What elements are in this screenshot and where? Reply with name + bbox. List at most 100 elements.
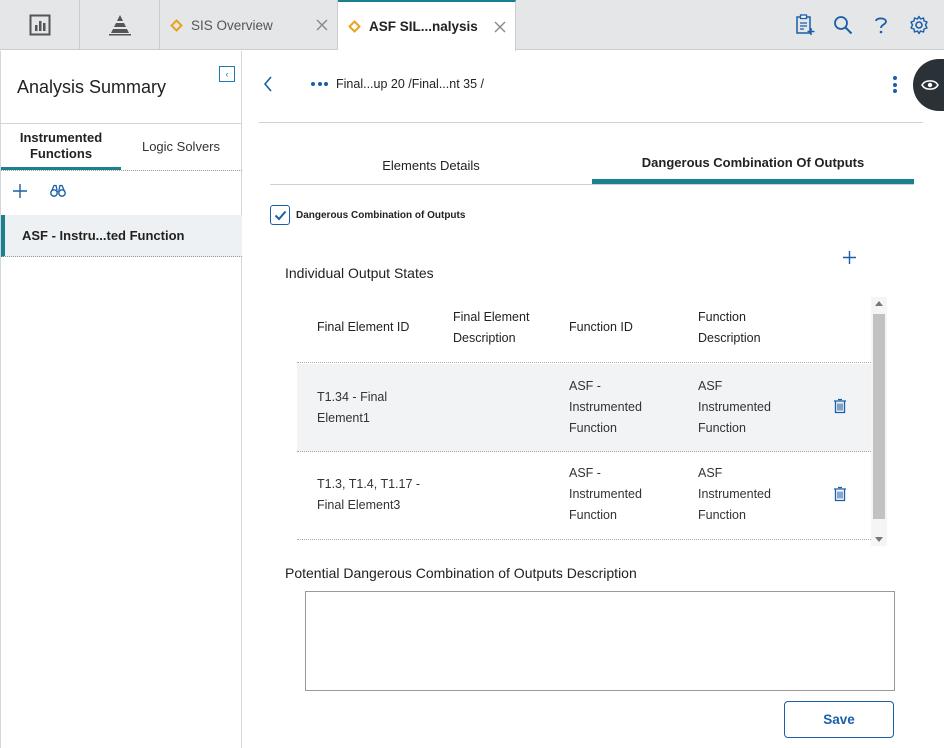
diamond-icon — [170, 18, 183, 32]
trash-icon — [834, 486, 846, 502]
scroll-thumb[interactable] — [873, 314, 885, 519]
tab-label: SIS Overview — [191, 17, 273, 33]
grid-header: Final Element ID Final Element Descripti… — [297, 297, 871, 363]
column-header[interactable]: Final Element Description — [453, 307, 529, 349]
plus-icon — [843, 251, 856, 264]
diamond-icon — [348, 20, 361, 33]
description-textarea[interactable] — [305, 591, 895, 691]
chevron-left-icon — [263, 76, 272, 92]
dangerous-combination-checkbox[interactable] — [270, 205, 290, 225]
top-tab-bar: SIS Overview ASF SIL...nalysis — [0, 0, 944, 51]
cell-text: ASF — [698, 379, 723, 393]
cell-text: Function — [698, 508, 746, 522]
cell-text: Element1 — [317, 411, 370, 425]
column-header-text: Function ID — [569, 320, 633, 334]
search-button[interactable] — [824, 0, 862, 50]
checkbox-label: Dangerous Combination of Outputs — [296, 209, 466, 221]
divider — [259, 122, 923, 123]
plus-icon — [13, 183, 27, 198]
tab-elements-details[interactable]: Elements Details — [270, 146, 592, 184]
back-button[interactable] — [263, 75, 273, 98]
tab-label: ASF SIL...nalysis — [369, 19, 478, 34]
settings-button[interactable] — [900, 0, 938, 50]
function-description-cell: ASF Instrumented Function — [698, 463, 771, 526]
scroll-down-arrow-icon[interactable] — [875, 537, 883, 542]
description-title: Potential Dangerous Combination of Outpu… — [285, 565, 637, 581]
function-description-cell: ASF Instrumented Function — [698, 376, 771, 439]
left-actions — [1, 170, 242, 215]
section-title: Individual Output States — [285, 265, 434, 281]
cell-text: Function — [569, 421, 617, 435]
function-id-cell: ASF - Instrumented Function — [569, 376, 642, 439]
more-dots-icon[interactable] — [311, 82, 328, 86]
grid-scrollbar[interactable] — [871, 297, 887, 546]
clipboard-add-icon — [796, 14, 815, 35]
cell-text: Instrumented — [569, 400, 642, 414]
cell-text: ASF — [698, 466, 723, 480]
final-element-id-cell: T1.3, T1.4, T1.17 - Final Element3 — [317, 474, 420, 516]
list-item[interactable]: ASF - Instru...ted Function — [1, 215, 242, 257]
gear-icon — [910, 15, 928, 35]
find-button[interactable] — [50, 184, 66, 203]
cell-text: ASF - — [569, 466, 601, 480]
table-row[interactable]: T1.34 - Final Element1 ASF - Instrumente… — [297, 364, 871, 452]
scroll-up-arrow-icon[interactable] — [875, 301, 883, 306]
cell-text: Function — [698, 421, 746, 435]
save-button[interactable]: Save — [784, 701, 894, 738]
collapse-panel-button[interactable]: ‹ — [219, 66, 235, 82]
column-header[interactable]: Function ID — [569, 317, 633, 338]
main-content: Final...up 20 /Final...nt 35 / Elements … — [243, 51, 944, 748]
search-icon — [834, 16, 853, 35]
cell-text: Instrumented — [569, 487, 642, 501]
left-panel: Analysis Summary ‹ Instrumented Function… — [0, 51, 242, 748]
cell-text: Function — [569, 508, 617, 522]
left-tabs: Instrumented Functions Logic Solvers — [1, 123, 242, 170]
column-header-text: Description — [698, 331, 761, 345]
dashboard-tab[interactable] — [0, 0, 80, 50]
check-icon — [274, 210, 286, 220]
dashboard-icon — [29, 14, 50, 36]
tab-sis-overview[interactable]: SIS Overview — [160, 0, 338, 50]
kebab-menu-icon[interactable] — [893, 76, 897, 93]
close-icon[interactable] — [307, 19, 337, 31]
binoculars-icon — [50, 184, 66, 197]
tab-logic-solvers[interactable]: Logic Solvers — [121, 124, 241, 170]
main-tabs: Elements Details Dangerous Combination O… — [270, 146, 914, 185]
tab-instrumented-functions[interactable]: Instrumented Functions — [1, 124, 121, 170]
column-header-text: Function — [698, 310, 746, 324]
pyramid-icon — [108, 15, 131, 36]
tab-asf-sil-analysis[interactable]: ASF SIL...nalysis — [338, 0, 516, 51]
cell-text: T1.34 - Final — [317, 390, 388, 404]
column-header[interactable]: Final Element ID — [317, 317, 409, 338]
panel-title: Analysis Summary — [17, 77, 167, 97]
pyramid-tab[interactable] — [80, 0, 160, 50]
output-states-grid: Final Element ID Final Element Descripti… — [297, 297, 887, 546]
table-row[interactable]: T1.3, T1.4, T1.17 - Final Element3 ASF -… — [297, 452, 871, 540]
help-icon — [875, 17, 887, 34]
cell-text: Final Element3 — [317, 498, 401, 512]
function-id-cell: ASF - Instrumented Function — [569, 463, 642, 526]
dangerous-combination-checkbox-row: Dangerous Combination of Outputs — [270, 205, 465, 225]
cell-text: ASF - — [569, 379, 601, 393]
toolbar — [786, 0, 944, 50]
cell-text: Instrumented — [698, 487, 771, 501]
column-header[interactable]: Function Description — [698, 307, 761, 349]
eye-icon — [921, 80, 939, 90]
add-button[interactable] — [12, 183, 28, 204]
cell-text: T1.3, T1.4, T1.17 - — [317, 477, 421, 491]
column-header-text: Description — [453, 331, 516, 345]
close-icon[interactable] — [485, 21, 515, 33]
delete-row-button[interactable] — [833, 398, 847, 419]
add-output-state-button[interactable] — [842, 250, 857, 270]
help-button[interactable] — [862, 0, 900, 50]
delete-row-button[interactable] — [833, 486, 847, 507]
breadcrumb: Final...up 20 /Final...nt 35 / — [311, 77, 484, 91]
column-header-text: Final Element — [453, 310, 530, 324]
breadcrumb-path[interactable]: Final...up 20 /Final...nt 35 / — [336, 77, 484, 91]
final-element-id-cell: T1.34 - Final Element1 — [317, 387, 387, 429]
column-header-text: Final Element ID — [317, 320, 410, 334]
cell-text: Instrumented — [698, 400, 771, 414]
side-panel-toggle[interactable] — [913, 59, 944, 111]
clipboard-add-button[interactable] — [786, 0, 824, 50]
tab-dangerous-combination[interactable]: Dangerous Combination Of Outputs — [592, 146, 914, 184]
